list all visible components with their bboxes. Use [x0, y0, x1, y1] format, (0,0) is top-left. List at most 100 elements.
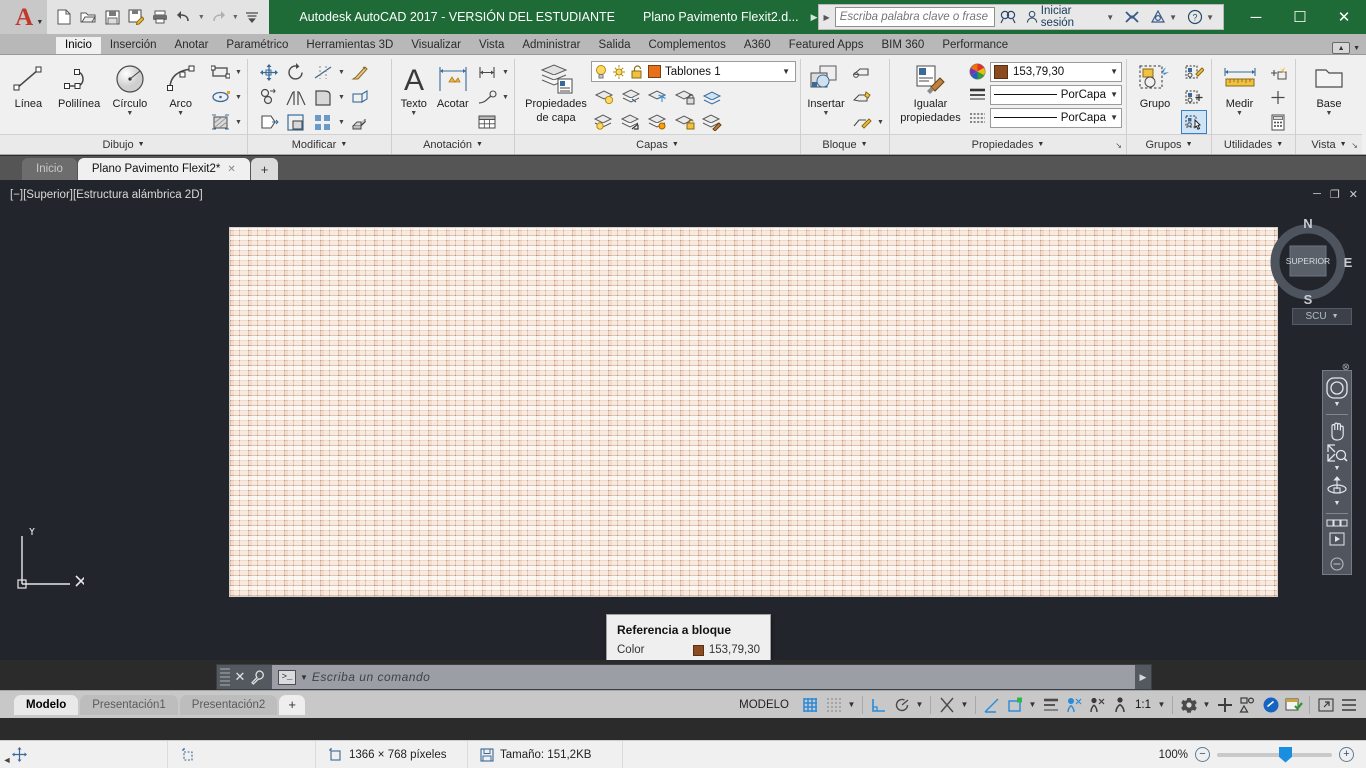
panel-bloque-dropdown-icon[interactable]: ▼: [861, 141, 868, 148]
ribbon-tab-complementos[interactable]: Complementos: [639, 37, 734, 54]
undo-dropdown-icon[interactable]: ▼: [197, 14, 205, 21]
panel-propiedades-dropdown-icon[interactable]: ▼: [1037, 141, 1044, 148]
color-wheel-icon[interactable]: [969, 63, 986, 80]
redo-icon[interactable]: [207, 5, 229, 29]
annotation-visibility-icon[interactable]: [1062, 692, 1085, 718]
search-input[interactable]: [834, 7, 995, 27]
snap-dropdown-icon[interactable]: ▼: [845, 700, 858, 709]
polyline-tool[interactable]: Polilínea: [55, 58, 104, 110]
layout-tab-presentacion2[interactable]: Presentación2: [179, 694, 278, 715]
lineweight-dropdown-icon[interactable]: ▼: [1106, 90, 1118, 99]
ribbon-tab-bim360[interactable]: BIM 360: [873, 37, 934, 54]
text-tool[interactable]: A Texto ▼: [396, 58, 431, 118]
leader-icon[interactable]: [474, 85, 500, 109]
object-snap-tracking-icon[interactable]: [980, 692, 1003, 718]
viewport-maximize-icon[interactable]: ❐: [1330, 188, 1340, 201]
close-button[interactable]: ✕: [1322, 0, 1366, 34]
layer-unlock-icon[interactable]: [630, 64, 644, 80]
ortho-mode-icon[interactable]: [867, 692, 890, 718]
ribbon-tab-herramientas3d[interactable]: Herramientas 3D: [297, 37, 402, 54]
viewport-close-icon[interactable]: ✕: [1349, 188, 1358, 201]
edit-group-icon[interactable]: [1181, 60, 1207, 84]
help-dropdown-icon[interactable]: ▼: [1206, 13, 1214, 22]
panel-utilidades-dropdown-icon[interactable]: ▼: [1276, 141, 1283, 148]
layer-unlock-all-icon[interactable]: [672, 110, 698, 134]
chevron-down-icon[interactable]: ▼: [1332, 313, 1339, 320]
showmotion-group-icon[interactable]: [1324, 518, 1350, 530]
current-layer-dropdown-icon[interactable]: ▼: [782, 67, 793, 76]
snap-mode-icon[interactable]: [822, 692, 845, 718]
base-view-tool[interactable]: Base ▼: [1303, 58, 1355, 118]
clean-screen-icon[interactable]: [1282, 692, 1305, 718]
leader-dropdown-icon[interactable]: ▼: [501, 94, 510, 101]
circle-tool[interactable]: Círculo ▼: [106, 58, 155, 118]
panel-anotacion-dropdown-icon[interactable]: ▼: [476, 141, 483, 148]
point-style-icon[interactable]: [1265, 85, 1291, 109]
command-input-box[interactable]: >_ ▼ Escriba un comando: [272, 665, 1135, 689]
command-line-close-icon[interactable]: ✕: [230, 669, 250, 685]
panel-title-modificar[interactable]: Modificar ▼: [248, 134, 391, 154]
dynamic-ucs-icon[interactable]: [1003, 692, 1026, 718]
workspace-dropdown-icon[interactable]: ▼: [1200, 700, 1213, 709]
array-dropdown-icon[interactable]: ▼: [337, 119, 346, 126]
close-icon[interactable]: ✕: [227, 164, 235, 175]
layout-tab-modelo[interactable]: Modelo: [14, 694, 79, 715]
ribbon-tab-inicio[interactable]: Inicio: [56, 37, 101, 54]
annotation-scale-value[interactable]: 1:1: [1131, 699, 1155, 711]
zoom-slider-knob[interactable]: [1279, 746, 1292, 763]
edit-attributes-dropdown-icon[interactable]: ▼: [876, 119, 885, 126]
panel-dibujo-dropdown-icon[interactable]: ▼: [138, 141, 145, 148]
panel-title-bloque[interactable]: Bloque ▼: [801, 134, 889, 154]
customize-qat-icon[interactable]: [241, 5, 263, 29]
grid-display-icon[interactable]: [799, 692, 822, 718]
rectangle-icon[interactable]: [207, 60, 233, 84]
arc-tool[interactable]: Arco ▼: [156, 58, 205, 118]
exchange-apps-icon[interactable]: [1119, 10, 1145, 24]
circle-dropdown-icon[interactable]: ▼: [126, 110, 133, 118]
match-properties-tool[interactable]: Igualar propiedades: [894, 58, 967, 124]
rotate-icon[interactable]: [283, 60, 309, 84]
layer-isolate-icon[interactable]: [591, 85, 617, 109]
dynamic-ucs-dropdown-icon[interactable]: ▼: [1026, 700, 1039, 709]
edit-attributes-icon[interactable]: [849, 110, 875, 134]
create-block-icon[interactable]: [849, 60, 875, 84]
layer-thaw-all-icon[interactable]: [645, 110, 671, 134]
array-icon[interactable]: [310, 110, 336, 134]
ribbon-tab-insercion[interactable]: Inserción: [101, 37, 166, 54]
layer-off-icon[interactable]: [618, 85, 644, 109]
move-icon[interactable]: [256, 60, 282, 84]
text-dropdown-icon[interactable]: ▼: [410, 110, 417, 118]
file-tab-inicio[interactable]: Inicio: [22, 158, 77, 180]
ribbon-minimize-dropdown-icon[interactable]: ▼: [1353, 45, 1360, 52]
dimension-tool[interactable]: Acotar: [433, 58, 472, 110]
layer-turn-all-on-icon[interactable]: [591, 110, 617, 134]
drawing-canvas[interactable]: [−][Superior][Estructura alámbrica 2D] ─…: [0, 180, 1366, 660]
pan-hand-icon[interactable]: [1324, 419, 1350, 441]
layout-tab-presentacion1[interactable]: Presentación1: [80, 694, 178, 715]
insert-block-dropdown-icon[interactable]: ▼: [823, 110, 830, 118]
title-overflow-icon[interactable]: ▶: [799, 12, 818, 23]
linetype-icon[interactable]: [969, 110, 986, 126]
ribbon-tab-anotar[interactable]: Anotar: [166, 37, 218, 54]
zoom-slider[interactable]: [1217, 746, 1332, 763]
linetype-dropdown-icon[interactable]: ▼: [1106, 113, 1118, 122]
object-snap-dropdown-icon[interactable]: ▼: [958, 700, 971, 709]
polar-dropdown-icon[interactable]: ▼: [913, 700, 926, 709]
maximize-button[interactable]: ☐: [1278, 0, 1322, 34]
panel-title-vista[interactable]: Vista ▼ ↘: [1296, 134, 1362, 154]
ellipse-icon[interactable]: [207, 85, 233, 109]
steering-wheel-dropdown-icon[interactable]: ▼: [1334, 401, 1341, 410]
lineweight-icon[interactable]: [969, 87, 986, 103]
move-tool-icon[interactable]: [12, 747, 27, 762]
layer-make-current-icon[interactable]: [699, 85, 725, 109]
annotation-scale-dropdown-icon[interactable]: ▼: [1155, 700, 1168, 709]
erase-icon[interactable]: [347, 60, 373, 84]
panel-modificar-dropdown-icon[interactable]: ▼: [340, 141, 347, 148]
group-tool[interactable]: Grupo: [1131, 58, 1179, 110]
table-icon[interactable]: [474, 110, 500, 134]
insert-block-tool[interactable]: Insertar ▼: [805, 58, 847, 118]
hatch-icon[interactable]: [207, 110, 233, 134]
layer-on-icon[interactable]: [594, 64, 608, 80]
lineweight-combo[interactable]: PorCapa ▼: [990, 84, 1122, 105]
fillet-dropdown-icon[interactable]: ▼: [337, 94, 346, 101]
